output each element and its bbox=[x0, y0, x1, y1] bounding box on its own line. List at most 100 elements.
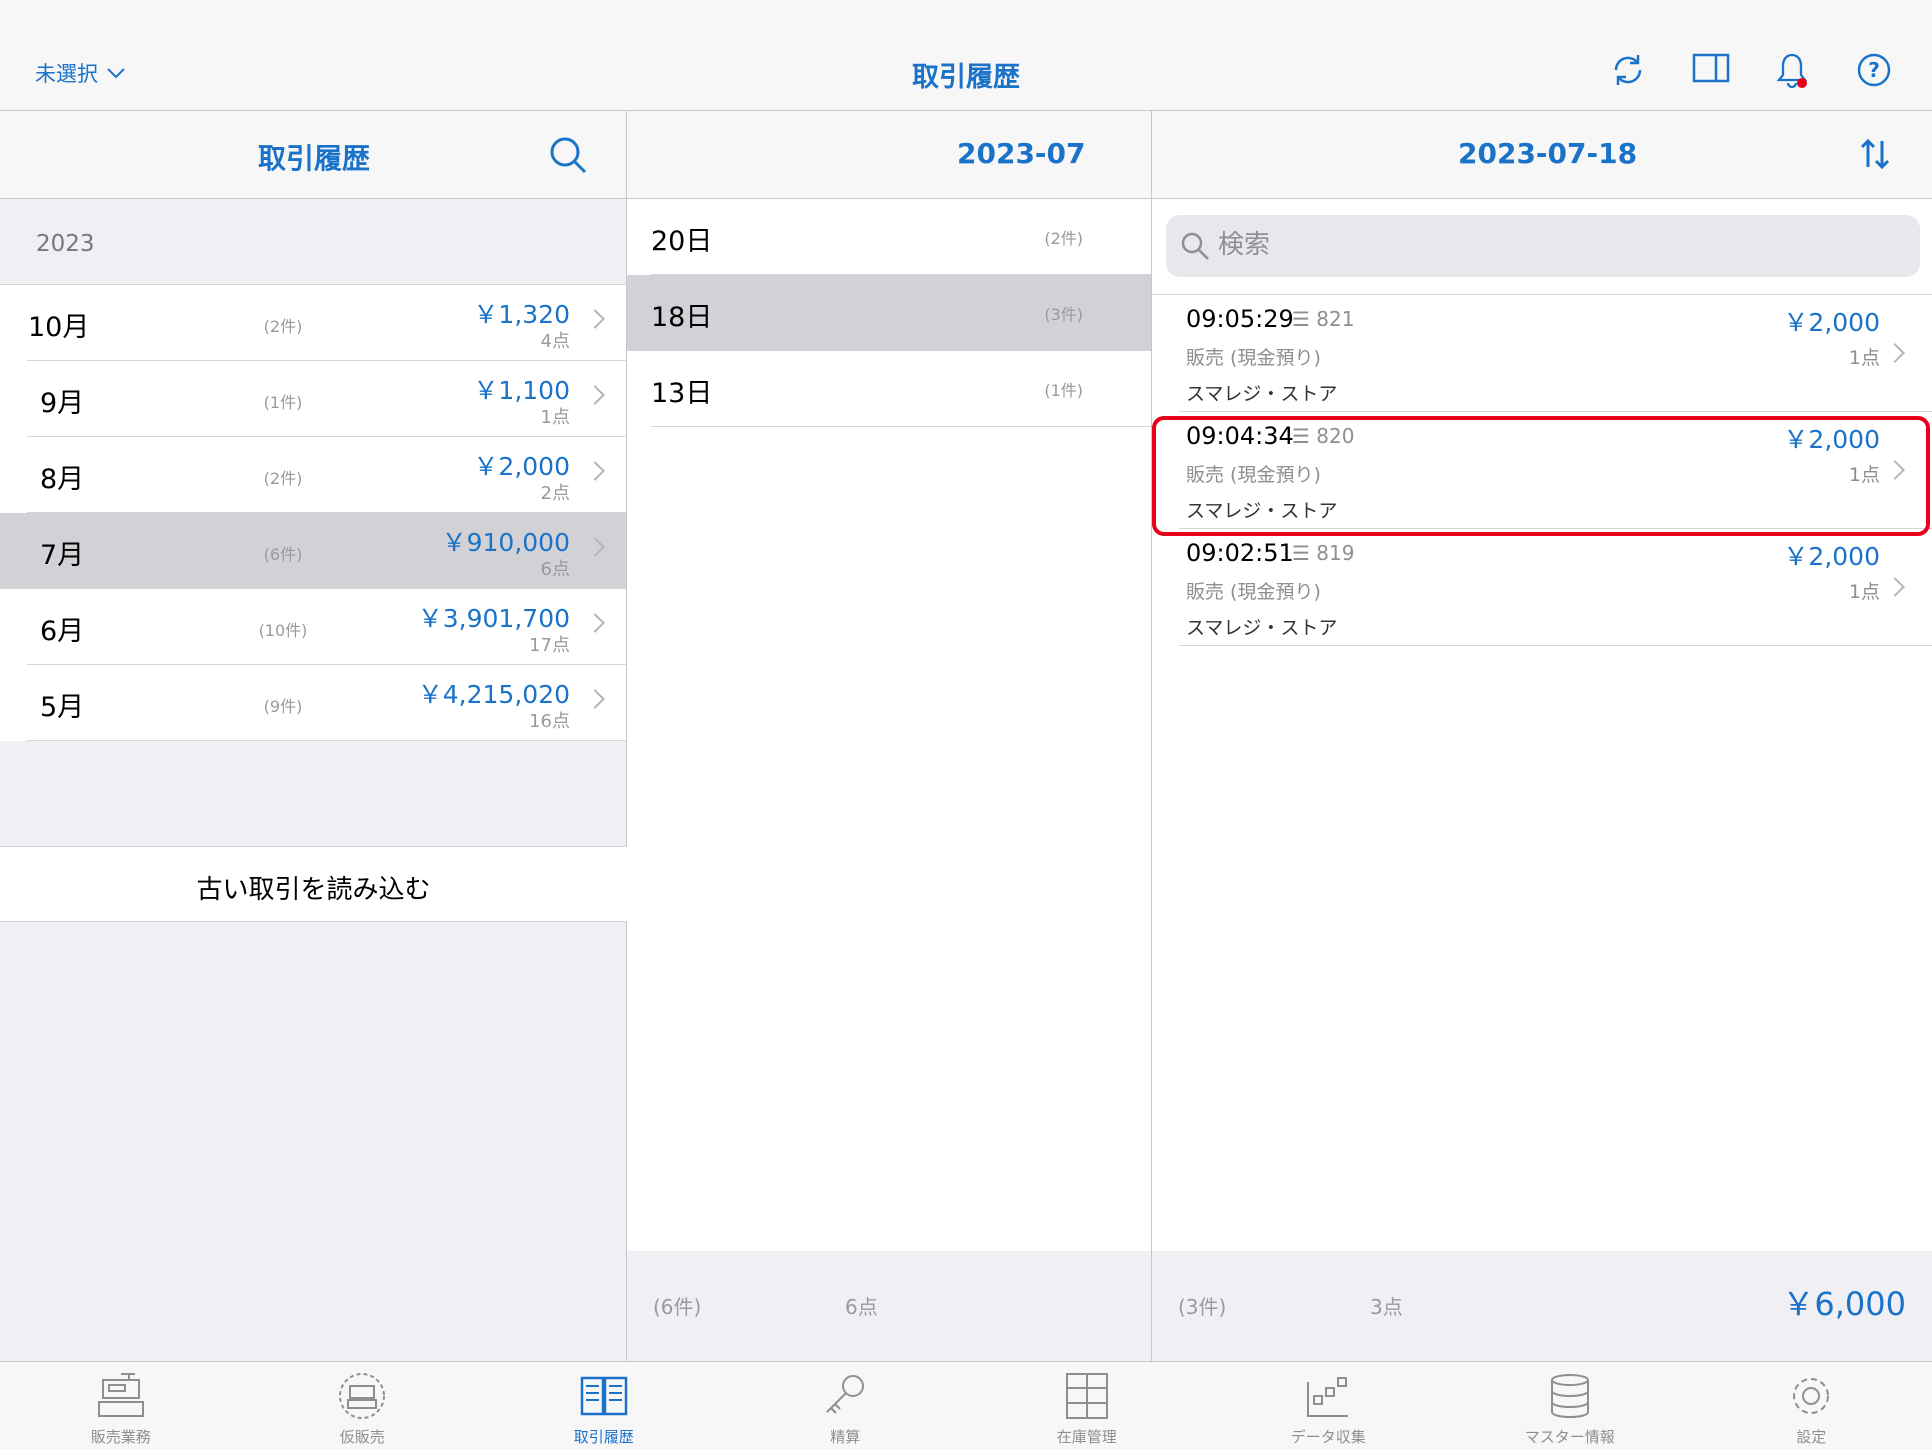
tab-label: 仮販売 bbox=[339, 1428, 385, 1446]
transaction-number: ☰ 820 bbox=[1292, 424, 1354, 448]
tab-label: マスター情報 bbox=[1524, 1428, 1615, 1446]
chevron-right-icon bbox=[1885, 460, 1905, 480]
transaction-time: 09:02:51 bbox=[1186, 539, 1294, 567]
month-label: 5月 bbox=[40, 692, 85, 723]
tab-database[interactable]: マスター情報 bbox=[1449, 1362, 1691, 1449]
month-count: (2件) bbox=[263, 317, 303, 336]
month-panel-title: 取引履歴 bbox=[258, 142, 371, 175]
day-count: (2件) bbox=[1044, 229, 1083, 248]
month-points: 17点 bbox=[529, 635, 570, 656]
day-panel-header: 2023-07 bbox=[627, 111, 1151, 199]
transaction-amount: ￥2,000 bbox=[1783, 542, 1880, 571]
month-amount: ￥2,000 bbox=[473, 452, 570, 481]
transaction-panel-header: 2023-07-18 bbox=[1152, 111, 1932, 199]
transaction-points: 1点 bbox=[1848, 464, 1880, 486]
refresh-icon[interactable] bbox=[1610, 52, 1646, 88]
tab-label: 販売業務 bbox=[90, 1428, 151, 1446]
month-amount: ￥910,000 bbox=[441, 528, 570, 557]
footer-points: 3点 bbox=[1370, 1295, 1403, 1319]
transaction-search-area bbox=[1152, 199, 1932, 295]
tab-gear[interactable]: 設定 bbox=[1691, 1362, 1932, 1449]
day-label: 13日 bbox=[651, 378, 713, 409]
day-row[interactable]: 13日 (1件) bbox=[627, 351, 1151, 427]
tab-temp-sale[interactable]: 仮販売 bbox=[242, 1362, 484, 1449]
month-amount: ￥4,215,020 bbox=[417, 680, 570, 709]
transaction-row[interactable]: 09:04:34 ☰ 820 販売 (現金預り) スマレジ・ストア ￥2,000 1点 bbox=[1152, 412, 1932, 536]
database-icon bbox=[1544, 1372, 1596, 1420]
transaction-panel-title: 2023-07-18 bbox=[1458, 137, 1638, 170]
transaction-number-value: 819 bbox=[1316, 541, 1355, 565]
tab-label: データ収集 bbox=[1290, 1428, 1366, 1446]
svg-text:?: ? bbox=[1868, 58, 1880, 82]
month-amount: ￥1,320 bbox=[473, 300, 570, 329]
month-label: 7月 bbox=[40, 540, 85, 571]
transaction-store: スマレジ・ストア bbox=[1186, 383, 1338, 405]
receipt-icon: ☰ bbox=[1292, 307, 1317, 331]
transaction-number: ☰ 819 bbox=[1292, 541, 1354, 565]
month-row[interactable]: 5月 (9件) ￥4,215,020 16点 bbox=[0, 665, 626, 741]
search-icon[interactable] bbox=[548, 135, 588, 175]
day-list-panel: 2023-07 20日 (2件) 18日 (3件) 13日 (1件) (6件) 6点 bbox=[627, 111, 1152, 1361]
tab-key[interactable]: 精算 bbox=[725, 1362, 967, 1449]
month-count: (1件) bbox=[263, 393, 303, 412]
chevron-right-icon bbox=[585, 385, 605, 405]
day-row[interactable]: 18日 (3件) bbox=[627, 275, 1151, 351]
month-row[interactable]: 10月 (2件) ￥1,320 4点 bbox=[0, 285, 626, 361]
tab-register[interactable]: 販売業務 bbox=[0, 1362, 242, 1449]
tab-label: 在庫管理 bbox=[1056, 1428, 1117, 1446]
month-count: (9件) bbox=[263, 697, 303, 716]
transaction-number: ☰ 821 bbox=[1292, 307, 1354, 331]
month-count: (6件) bbox=[263, 545, 303, 564]
transaction-number-value: 820 bbox=[1316, 424, 1355, 448]
day-list: 20日 (2件) 18日 (3件) 13日 (1件) bbox=[627, 199, 1151, 427]
transaction-row[interactable]: 09:05:29 ☰ 821 販売 (現金預り) スマレジ・ストア ￥2,000 1点 bbox=[1152, 295, 1932, 412]
day-panel-title: 2023-07 bbox=[957, 137, 1086, 170]
month-count: (10件) bbox=[258, 621, 308, 640]
sort-icon[interactable] bbox=[1858, 137, 1892, 171]
transaction-store: スマレジ・ストア bbox=[1186, 617, 1338, 639]
tab-history-book[interactable]: 取引履歴 bbox=[483, 1362, 725, 1449]
month-label: 10月 bbox=[28, 312, 90, 343]
transaction-panel-footer: (3件) 3点 ￥6,000 bbox=[1152, 1251, 1932, 1361]
tab-inventory[interactable]: 在庫管理 bbox=[966, 1362, 1208, 1449]
month-label: 6月 bbox=[40, 616, 85, 647]
transaction-type: 販売 (現金預り) bbox=[1186, 464, 1321, 486]
month-row[interactable]: 6月 (10件) ￥3,901,700 17点 bbox=[0, 589, 626, 665]
transaction-type: 販売 (現金預り) bbox=[1186, 581, 1321, 603]
help-icon[interactable]: ? bbox=[1856, 52, 1892, 88]
row-divider bbox=[651, 426, 1151, 427]
bottom-tab-bar: 販売業務 仮販売 取引履歴 精算 在庫管理 データ収集 マスター情報 設定 bbox=[0, 1361, 1932, 1449]
search-icon bbox=[1181, 232, 1209, 260]
month-label: 8月 bbox=[40, 464, 85, 495]
footer-count: (3件) bbox=[1178, 1295, 1227, 1319]
transaction-number-value: 821 bbox=[1316, 307, 1355, 331]
top-navigation-bar: 未選択 取引履歴 ? bbox=[0, 0, 1932, 111]
key-icon bbox=[819, 1372, 871, 1420]
chevron-right-icon bbox=[585, 689, 605, 709]
register-icon bbox=[95, 1372, 147, 1420]
transaction-points: 1点 bbox=[1848, 581, 1880, 603]
month-points: 1点 bbox=[540, 407, 570, 428]
month-row[interactable]: 9月 (1件) ￥1,100 1点 bbox=[0, 361, 626, 437]
bell-icon[interactable] bbox=[1774, 52, 1810, 89]
transaction-search-input[interactable] bbox=[1218, 225, 1818, 265]
chevron-right-icon bbox=[585, 461, 605, 481]
transaction-list-panel: 2023-07-18 09:05:29☰ 821販売 (現金預り)スマレジ・スト… bbox=[1152, 111, 1932, 1361]
tab-label: 精算 bbox=[830, 1428, 861, 1446]
row-divider bbox=[1179, 645, 1932, 646]
transaction-row[interactable]: 09:02:51 ☰ 819 販売 (現金預り) スマレジ・ストア ￥2,000 1点 bbox=[1152, 529, 1932, 646]
day-row[interactable]: 20日 (2件) bbox=[627, 199, 1151, 275]
footer-total: ￥6,000 bbox=[1782, 1285, 1906, 1323]
month-amount: ￥3,901,700 bbox=[417, 604, 570, 633]
load-older-transactions-button[interactable]: 古い取引を読み込む bbox=[0, 846, 627, 922]
transaction-search-box[interactable] bbox=[1166, 215, 1920, 277]
month-points: 6点 bbox=[540, 559, 570, 580]
month-row[interactable]: 7月 (6件) ￥910,000 6点 bbox=[0, 513, 626, 589]
month-row[interactable]: 8月 (2件) ￥2,000 2点 bbox=[0, 437, 626, 513]
tab-data-collection[interactable]: データ収集 bbox=[1208, 1362, 1450, 1449]
split-view-icon[interactable] bbox=[1692, 52, 1730, 88]
day-panel-footer: (6件) 6点 bbox=[627, 1251, 1151, 1361]
tab-label: 取引履歴 bbox=[573, 1428, 634, 1446]
month-list: 10月 (2件) ￥1,320 4点 9月 (1件) ￥1,100 1点 8月 (2件) ￥2,00… bbox=[0, 285, 626, 741]
chevron-right-icon bbox=[585, 537, 605, 557]
